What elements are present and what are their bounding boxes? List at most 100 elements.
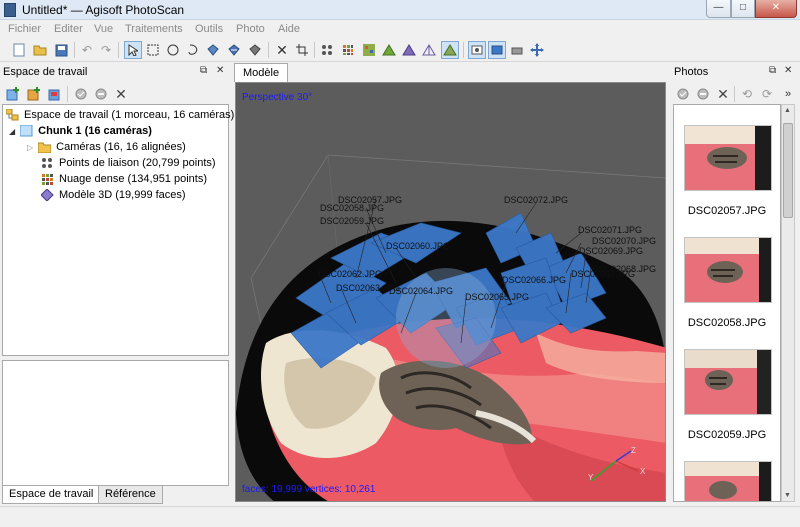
reset-view-icon[interactable] <box>528 41 546 59</box>
menu-aide[interactable]: Aide <box>278 23 300 35</box>
open-icon[interactable] <box>31 41 49 59</box>
workspace-properties-pane <box>2 360 229 486</box>
menu-traitements[interactable]: Traitements <box>125 23 183 35</box>
menu-photo[interactable]: Photo <box>236 23 265 35</box>
camera-label[interactable]: DSC02059.JPG <box>320 216 384 226</box>
show-aligned-icon[interactable] <box>488 41 506 59</box>
add-photos-icon[interactable] <box>25 85 43 103</box>
camera-label[interactable]: DSC02070.JPG <box>592 236 656 246</box>
delete-icon[interactable]: ✕ <box>273 41 291 59</box>
menu-editer[interactable]: Editer <box>54 23 83 35</box>
rotate-right-icon[interactable]: ⟳ <box>758 85 776 103</box>
model-icon <box>41 189 54 201</box>
show-solid-icon[interactable] <box>400 41 418 59</box>
disable-icon[interactable] <box>92 85 110 103</box>
save-icon[interactable] <box>52 41 70 59</box>
main-toolbar: ↶ ↷ ✕ <box>0 38 800 62</box>
free-select-icon[interactable] <box>184 41 202 59</box>
camera-label[interactable]: DSC02072.JPG <box>504 195 568 205</box>
photos-scrollbar[interactable]: ▲ ▼ <box>781 104 795 502</box>
menu-vue[interactable]: Vue <box>94 23 113 35</box>
show-region-icon[interactable] <box>508 41 526 59</box>
new-icon[interactable] <box>10 41 28 59</box>
scrollbar-thumb[interactable] <box>783 123 793 218</box>
camera-label[interactable]: DSC02069.JPG <box>579 246 643 256</box>
dense-cloud-icon <box>42 174 53 185</box>
minimize-button[interactable]: — <box>706 0 731 18</box>
camera-label[interactable]: DSC02071.JPG <box>578 225 642 235</box>
show-cameras-icon[interactable] <box>318 41 336 59</box>
photo-thumbnail[interactable] <box>684 349 772 415</box>
show-points-icon[interactable] <box>339 41 357 59</box>
photo-thumbnail[interactable] <box>684 461 772 501</box>
scroll-up-icon[interactable]: ▲ <box>784 107 791 114</box>
workspace-bottom-tabs: Espace de travail Référence <box>2 486 229 504</box>
tree-chunk[interactable]: ◢ Chunk 1 (16 caméras) <box>9 123 152 139</box>
float-panel-icon[interactable]: ⧉ <box>769 65 776 76</box>
show-wireframe-icon[interactable] <box>420 41 438 59</box>
menu-bar: Fichier Editer Vue Traitements Outils Ph… <box>0 20 800 38</box>
show-thumbnails-icon[interactable] <box>468 41 486 59</box>
navigation-icon[interactable] <box>124 41 142 59</box>
title-bar: Untitled* — Agisoft PhotoScan — □ ✕ <box>0 0 800 20</box>
photo-filename: DSC02058.JPG <box>687 317 767 329</box>
workspace-panel-header: Espace de travail ⧉ ✕ <box>0 63 230 81</box>
camera-label[interactable]: DSC02058.JPG <box>320 203 384 213</box>
camera-label[interactable]: DSC02064.JPG <box>389 286 453 296</box>
maximize-button[interactable]: □ <box>731 0 755 18</box>
show-textured-icon[interactable] <box>441 41 459 59</box>
remove-icon[interactable]: ✕ <box>112 85 130 103</box>
rotate-model-icon[interactable] <box>204 41 222 59</box>
float-panel-icon[interactable]: ⧉ <box>200 65 207 76</box>
photo-thumbnail-image <box>685 238 771 302</box>
enable-icon[interactable] <box>674 85 692 103</box>
crop-icon[interactable] <box>293 41 311 59</box>
tree-item-tie-points[interactable]: Points de liaison (20,799 points) <box>41 155 216 171</box>
camera-label[interactable]: DSC02065.JPG <box>465 292 529 302</box>
camera-label[interactable]: DSC02067.JPG <box>571 269 635 279</box>
camera-label[interactable]: DSC02062.JPG <box>318 269 382 279</box>
tree-item-model-label: Modèle 3D (19,999 faces) <box>59 189 186 201</box>
photo-thumbnail[interactable] <box>684 125 772 191</box>
close-button[interactable]: ✕ <box>755 0 797 18</box>
model-stats-label: faces: 19,999 vertices: 10,261 <box>242 484 376 495</box>
model-viewport[interactable]: Y X Z Perspective 30° faces: 19,999 vert… <box>235 82 666 502</box>
tab-workspace[interactable]: Espace de travail <box>2 486 101 504</box>
menu-fichier[interactable]: Fichier <box>8 23 41 35</box>
rect-select-icon[interactable] <box>144 41 162 59</box>
resize-model-icon[interactable] <box>246 41 264 59</box>
menu-outils[interactable]: Outils <box>195 23 223 35</box>
circle-select-icon[interactable] <box>164 41 182 59</box>
close-panel-icon[interactable]: ✕ <box>784 65 792 76</box>
add-folder-icon[interactable] <box>46 85 64 103</box>
workspace-panel-title: Espace de travail <box>3 66 88 78</box>
remove-icon[interactable]: ✕ <box>714 85 732 103</box>
tree-item-dense-cloud[interactable]: Nuage dense (134,951 points) <box>41 171 207 187</box>
tree-item-model[interactable]: Modèle 3D (19,999 faces) <box>41 187 186 203</box>
scroll-down-icon[interactable]: ▼ <box>784 492 791 499</box>
disable-icon[interactable] <box>694 85 712 103</box>
camera-label[interactable]: DSC02060.JPG <box>386 241 450 251</box>
collapse-arrow-icon[interactable]: ◢ <box>9 127 15 136</box>
axis-z-label: Z <box>631 446 636 455</box>
photo-filename: DSC02059.JPG <box>687 429 767 441</box>
tree-item-tie-points-label: Points de liaison (20,799 points) <box>59 157 216 169</box>
undo-icon[interactable]: ↶ <box>78 41 96 59</box>
redo-icon[interactable]: ↷ <box>97 41 115 59</box>
more-tools-icon[interactable]: » <box>779 85 797 103</box>
move-model-icon[interactable] <box>225 41 243 59</box>
rotate-left-icon[interactable]: ⟲ <box>738 85 756 103</box>
show-dense-icon[interactable] <box>360 41 378 59</box>
show-shaded-icon[interactable] <box>380 41 398 59</box>
tree-item-cameras[interactable]: ▷ Caméras (16, 16 alignées) <box>27 139 186 155</box>
enable-icon[interactable] <box>72 85 90 103</box>
tab-model[interactable]: Modèle <box>234 63 289 82</box>
photo-thumbnail[interactable] <box>684 237 772 303</box>
camera-label[interactable]: DSC02066.JPG <box>502 275 566 285</box>
axis-y-label: Y <box>588 473 594 482</box>
close-panel-icon[interactable]: ✕ <box>216 65 224 76</box>
add-chunk-icon[interactable] <box>4 85 22 103</box>
expand-arrow-icon[interactable]: ▷ <box>27 143 33 152</box>
tab-reference[interactable]: Référence <box>98 486 163 504</box>
tree-root[interactable]: Espace de travail (1 morceau, 16 caméras… <box>6 107 234 123</box>
